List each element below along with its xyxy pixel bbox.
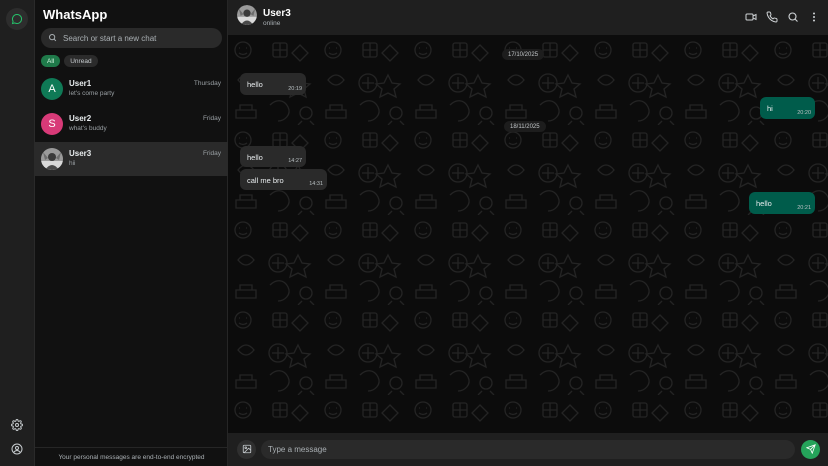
filter-chips: All Unread xyxy=(41,55,98,67)
contact-status: online xyxy=(263,20,281,27)
contact-name: User3 xyxy=(263,8,291,19)
send-icon xyxy=(805,441,816,459)
message-time: 20:21 xyxy=(797,205,811,211)
video-call-icon[interactable] xyxy=(745,11,757,23)
app-title: WhatsApp xyxy=(43,7,108,22)
send-button[interactable] xyxy=(801,440,820,459)
chat-time: Friday xyxy=(202,115,221,122)
chats-nav-button[interactable] xyxy=(6,8,28,30)
image-attach-button[interactable] xyxy=(237,440,256,459)
chat-meta: User1 let's come party Thursday xyxy=(69,78,228,100)
filter-all-chip[interactable]: All xyxy=(41,55,61,67)
message-text: call me bro xyxy=(247,176,284,185)
chat-time: Friday xyxy=(202,150,221,157)
nav-rail xyxy=(0,0,35,466)
message-incoming[interactable]: hello 20:19 xyxy=(240,73,306,95)
message-composer xyxy=(228,433,828,466)
message-text: hello xyxy=(247,80,263,89)
message-text: hello xyxy=(756,199,772,208)
chat-meta: User3 hii Friday xyxy=(69,148,228,170)
message-time: 14:31 xyxy=(309,181,323,187)
voice-call-icon[interactable] xyxy=(766,11,778,23)
search-box[interactable] xyxy=(41,28,222,48)
app-root: WhatsApp All Unread A User1 let's come p… xyxy=(0,0,828,466)
search-icon[interactable] xyxy=(787,11,799,23)
date-separator: 17/10/2025 xyxy=(502,49,545,60)
conversation-header: User3 online xyxy=(228,0,828,35)
message-incoming[interactable]: hello 14:27 xyxy=(240,146,306,167)
chat-list: A User1 let's come party Thursday S User… xyxy=(35,72,228,177)
chat-name: User2 xyxy=(69,114,92,123)
chat-last-message: let's come party xyxy=(69,90,115,97)
image-attach-icon xyxy=(242,441,252,459)
message-input[interactable] xyxy=(268,445,768,454)
message-input-box[interactable] xyxy=(261,440,795,459)
message-time: 20:19 xyxy=(288,86,302,92)
chat-last-message: what's buddy xyxy=(69,125,107,132)
settings-icon[interactable] xyxy=(10,418,24,432)
date-separator: 18/11/2025 xyxy=(504,121,546,132)
menu-icon[interactable] xyxy=(808,11,820,23)
chat-meta: User2 what's buddy Friday xyxy=(69,113,228,135)
chat-item-user3[interactable]: User3 hii Friday xyxy=(35,142,228,176)
chat-name: User3 xyxy=(69,149,92,158)
avatar: S xyxy=(41,113,63,135)
message-text: hello xyxy=(247,153,263,162)
message-incoming[interactable]: call me bro 14:31 xyxy=(240,169,327,190)
message-area: 17/10/2025 hello 20:19 hi 20:20 18/11/20… xyxy=(228,35,828,433)
chat-item-user2[interactable]: S User2 what's buddy Friday xyxy=(35,107,228,141)
message-outgoing[interactable]: hi 20:20 xyxy=(760,97,815,119)
search-icon xyxy=(48,29,57,47)
encryption-note: Your personal messages are end-to-end en… xyxy=(35,447,228,466)
avatar: A xyxy=(41,78,63,100)
header-actions xyxy=(745,11,820,23)
chat-item-user1[interactable]: A User1 let's come party Thursday xyxy=(35,72,228,106)
avatar-photo xyxy=(41,148,63,170)
conversation-pane: User3 online 17/10/2025 hello 20:19 hi 2… xyxy=(228,0,828,466)
contact-avatar[interactable] xyxy=(237,5,257,30)
chat-name: User1 xyxy=(69,79,92,88)
filter-unread-chip[interactable]: Unread xyxy=(64,55,98,67)
profile-icon[interactable] xyxy=(10,442,24,456)
message-outgoing[interactable]: hello 20:21 xyxy=(749,192,815,214)
message-text: hi xyxy=(767,104,773,113)
contact-info[interactable]: User3 online xyxy=(263,8,291,27)
chat-last-message: hii xyxy=(69,160,76,167)
message-time: 14:27 xyxy=(288,158,302,164)
message-time: 20:20 xyxy=(797,110,811,116)
chat-time: Thursday xyxy=(193,80,221,87)
search-input[interactable] xyxy=(63,33,213,43)
chat-sidebar: WhatsApp All Unread A User1 let's come p… xyxy=(35,0,228,466)
chat-icon xyxy=(10,12,24,26)
